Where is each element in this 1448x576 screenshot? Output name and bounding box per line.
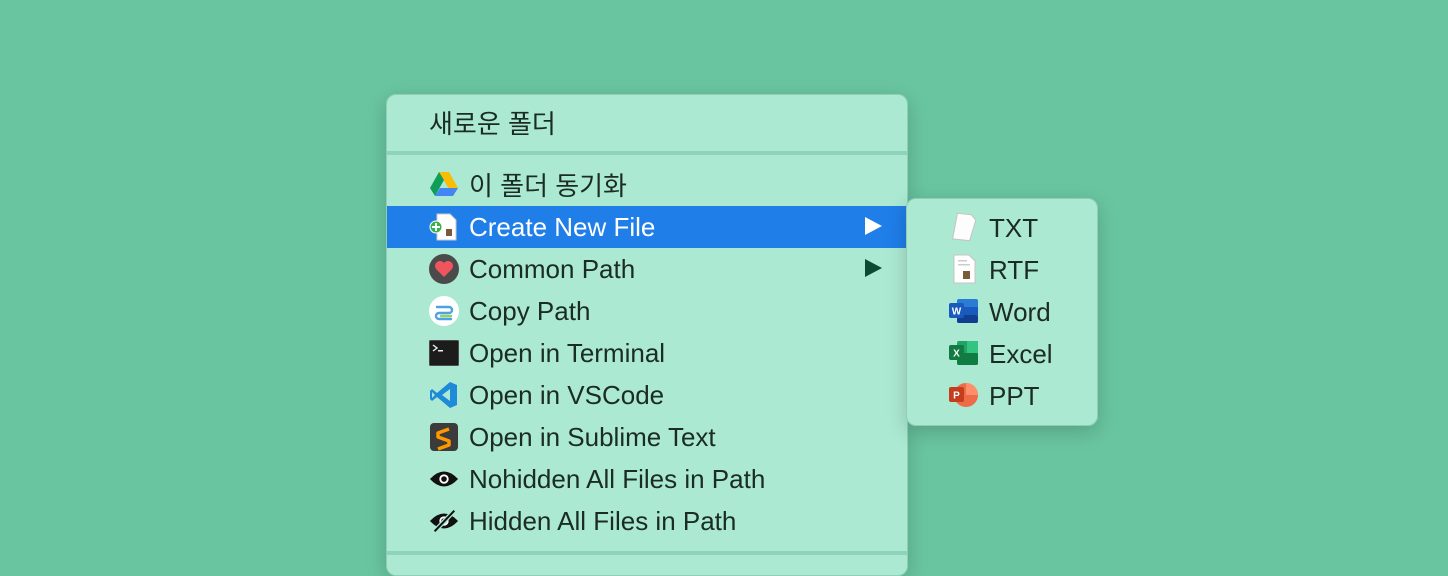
- submenu-item-label: Word: [989, 297, 1051, 327]
- menu-item-label: 이 폴더 동기화: [469, 170, 627, 201]
- submenu-item-label: PPT: [989, 381, 1040, 411]
- menu-item-show-hidden[interactable]: Nohidden All Files in Path: [387, 458, 907, 500]
- vscode-icon: [429, 381, 459, 409]
- menu-item-label: Copy Path: [469, 295, 591, 326]
- terminal-icon: [429, 339, 459, 367]
- sublime-icon: [429, 423, 459, 451]
- eye-icon: [429, 465, 459, 493]
- new-file-icon: [429, 213, 459, 241]
- menu-item-label: Nohidden All Files in Path: [469, 463, 766, 494]
- menu-item-label: Hidden All Files in Path: [469, 505, 737, 536]
- submenu-arrow-icon: [865, 259, 882, 277]
- menu-item-open-terminal[interactable]: Open in Terminal: [387, 332, 907, 374]
- svg-text:W: W: [952, 307, 962, 318]
- submenu-item-label: RTF: [989, 255, 1040, 285]
- eye-slash-icon: [429, 507, 459, 535]
- menu-item-new-folder[interactable]: 새로운 폴더: [387, 101, 907, 143]
- menu-item-copy-path[interactable]: Copy Path: [387, 290, 907, 332]
- context-menu: 새로운 폴더 이 폴더 동기화 Create New File Common P…: [386, 94, 908, 576]
- word-icon: W: [949, 297, 979, 325]
- copy-path-icon: [429, 296, 459, 326]
- submenu-item-label: Excel: [989, 339, 1053, 369]
- menu-item-common-path[interactable]: Common Path: [387, 248, 907, 290]
- submenu-arrow-icon: [865, 217, 882, 235]
- menu-item-open-sublime[interactable]: Open in Sublime Text: [387, 416, 907, 458]
- submenu-item-label: TXT: [989, 213, 1039, 243]
- menu-item-create-new-file[interactable]: Create New File: [387, 206, 907, 248]
- rtf-file-icon: [949, 254, 979, 284]
- menu-item-label: Open in VSCode: [469, 379, 665, 410]
- menu-item-hide-hidden[interactable]: Hidden All Files in Path: [387, 500, 907, 542]
- submenu-item-rtf[interactable]: RTF: [907, 248, 1097, 290]
- svg-text:X: X: [953, 349, 960, 360]
- create-file-submenu: TXT RTF W Word X Excel P PPT: [906, 198, 1098, 426]
- heart-icon: [429, 254, 459, 284]
- submenu-item-ppt[interactable]: P PPT: [907, 374, 1097, 416]
- submenu-item-excel[interactable]: X Excel: [907, 332, 1097, 374]
- txt-file-icon: [949, 212, 979, 242]
- svg-text:P: P: [953, 391, 960, 402]
- excel-icon: X: [949, 339, 979, 367]
- menu-item-label: Common Path: [469, 253, 636, 284]
- menu-item-sync-folder[interactable]: 이 폴더 동기화: [387, 163, 907, 205]
- menu-item-label: Open in Sublime Text: [469, 421, 716, 452]
- menu-item-label: Open in Terminal: [469, 337, 666, 368]
- menu-separator: [387, 151, 907, 155]
- submenu-item-word[interactable]: W Word: [907, 290, 1097, 332]
- powerpoint-icon: P: [949, 381, 979, 409]
- menu-item-label: Create New File: [469, 211, 656, 242]
- menu-separator: [387, 551, 907, 555]
- menu-item-open-vscode[interactable]: Open in VSCode: [387, 374, 907, 416]
- menu-item-label: 새로운 폴더: [429, 108, 556, 139]
- google-drive-icon: [429, 170, 459, 198]
- submenu-item-txt[interactable]: TXT: [907, 206, 1097, 248]
